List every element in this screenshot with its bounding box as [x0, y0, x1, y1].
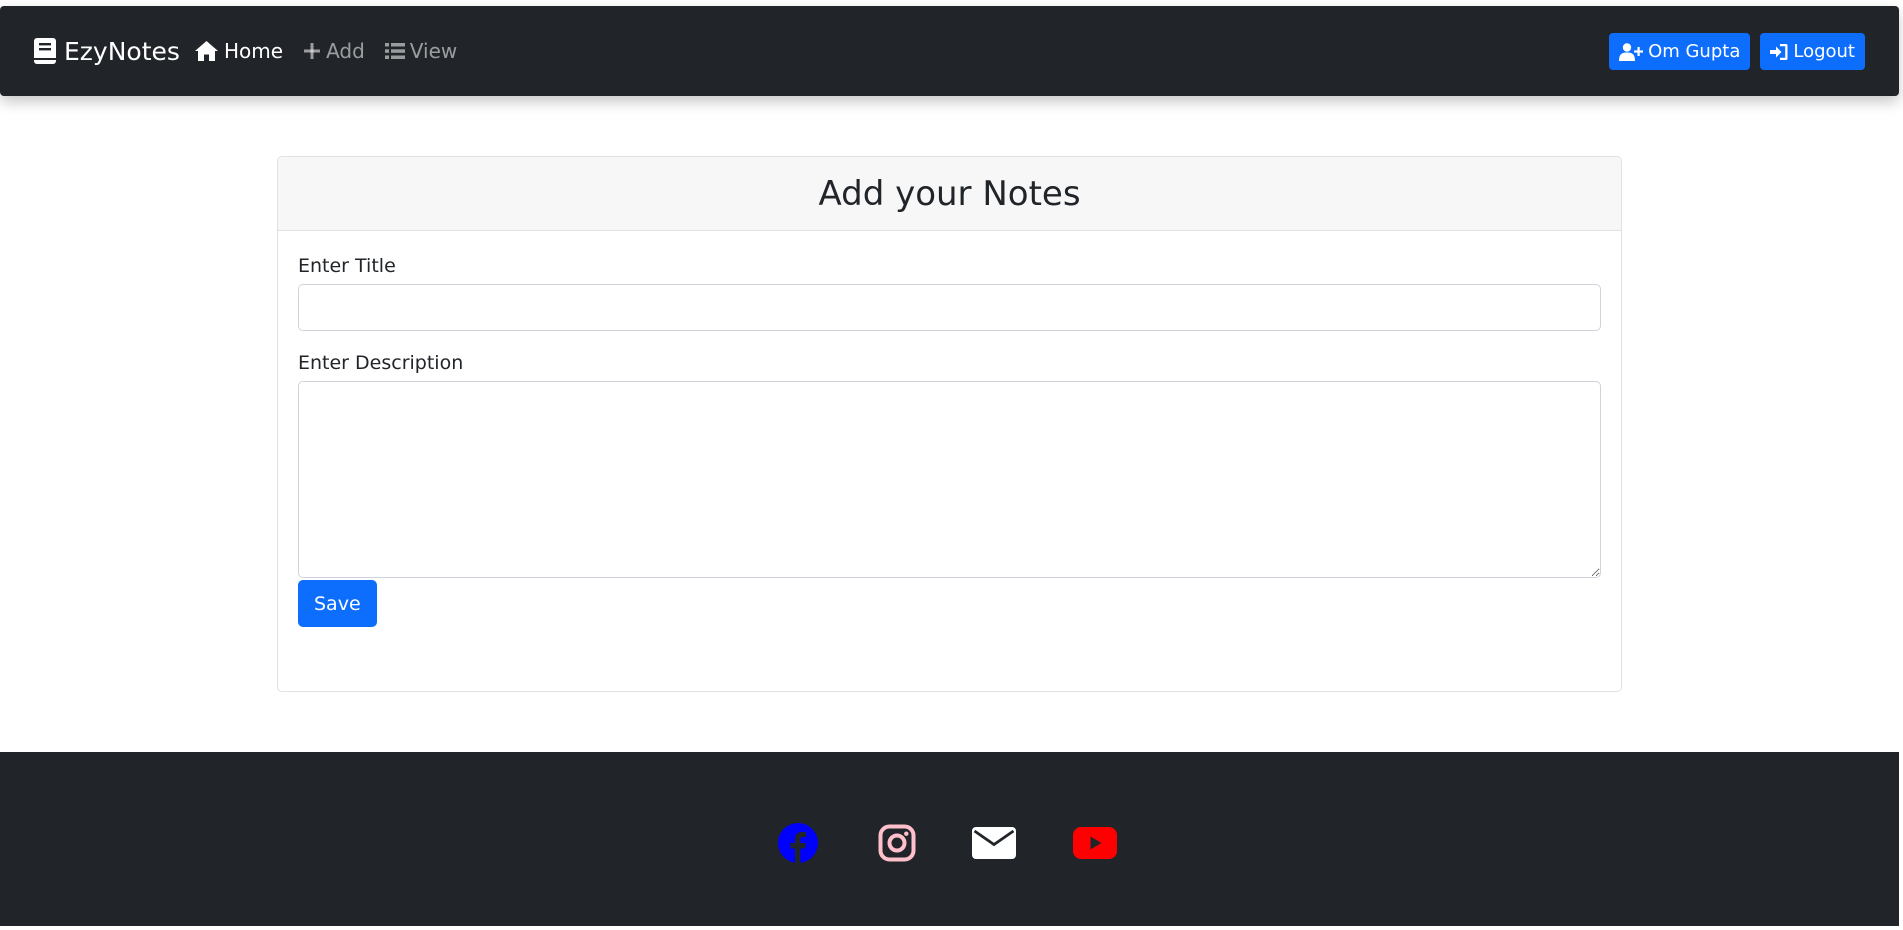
card-title: Add your Notes	[278, 157, 1621, 231]
user-profile-button[interactable]: Om Gupta	[1609, 33, 1751, 70]
nav-link-label: Add	[326, 39, 365, 63]
footer	[0, 752, 1899, 926]
page: EzyNotes Home Add View Om Gupta Logout A…	[0, 0, 1899, 926]
nav-actions: Om Gupta Logout	[1599, 33, 1865, 70]
nav-link-add[interactable]: Add	[303, 39, 365, 63]
brand-name: EzyNotes	[64, 36, 180, 66]
youtube-link[interactable]	[1073, 821, 1117, 865]
nav-link-label: View	[409, 39, 458, 63]
nav-link-label: Home	[224, 39, 284, 63]
instagram-icon	[878, 824, 916, 862]
logout-label: Logout	[1793, 41, 1855, 62]
brand-link[interactable]: EzyNotes	[34, 6, 180, 96]
nav-links: Home Add View	[194, 6, 477, 96]
facebook-icon	[778, 823, 818, 863]
sign-in-icon	[1770, 43, 1788, 60]
instagram-link[interactable]	[878, 821, 916, 865]
navbar: EzyNotes Home Add View Om Gupta Logout	[0, 6, 1899, 96]
description-textarea[interactable]	[298, 381, 1601, 578]
logout-button[interactable]: Logout	[1760, 33, 1865, 70]
youtube-icon	[1073, 827, 1117, 859]
mail-icon	[972, 827, 1016, 859]
user-plus-icon	[1619, 42, 1644, 61]
list-icon	[384, 43, 405, 59]
nav-link-view[interactable]: View	[384, 39, 458, 63]
description-label: Enter Description	[298, 352, 464, 374]
nav-link-home[interactable]: Home	[194, 39, 283, 63]
book-icon	[34, 38, 56, 64]
title-label: Enter Title	[298, 255, 396, 277]
facebook-link[interactable]	[778, 821, 818, 865]
save-button[interactable]: Save	[298, 580, 377, 627]
plus-icon	[304, 43, 321, 59]
title-input[interactable]	[298, 284, 1601, 331]
home-icon	[195, 41, 218, 61]
mail-link[interactable]	[972, 821, 1016, 865]
user-name: Om Gupta	[1648, 41, 1741, 62]
add-note-card: Add your Notes Enter Title Enter Descrip…	[277, 156, 1622, 692]
